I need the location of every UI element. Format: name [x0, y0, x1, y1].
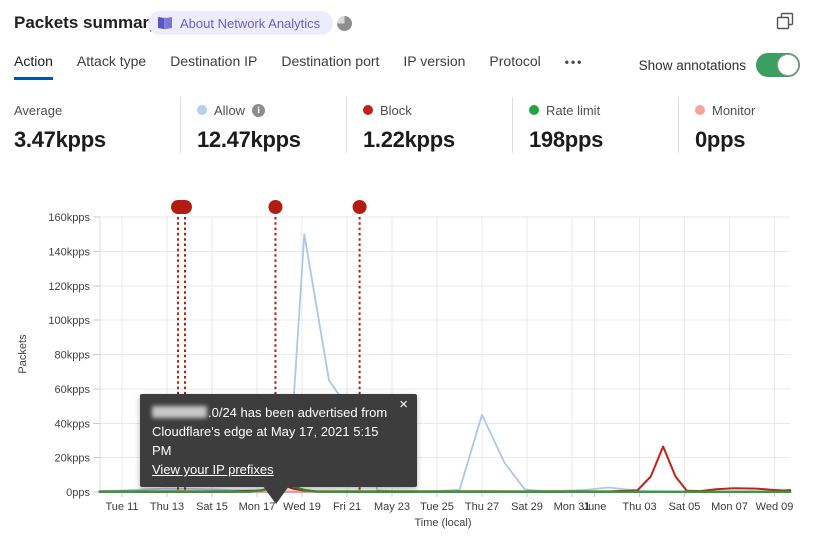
- x-tick-label: Tue 11: [105, 501, 138, 513]
- block-legend-dot: [363, 105, 373, 115]
- x-tick-label: Sat 05: [669, 501, 701, 513]
- stat-label: Average: [14, 102, 63, 118]
- about-network-analytics-badge[interactable]: About Network Analytics: [148, 11, 334, 35]
- x-tick-label: Thu 27: [465, 501, 499, 513]
- stat-label: Monitor: [712, 102, 756, 118]
- tab-ip-version[interactable]: IP version: [403, 53, 465, 80]
- y-tick-label: 80kpps: [55, 350, 91, 362]
- x-tick-label: Thu 03: [622, 501, 656, 513]
- stat-label: Block: [380, 102, 412, 118]
- toggle-knob: [777, 54, 799, 76]
- stat-value: 198pps: [529, 127, 604, 152]
- x-tick-label: Mon 07: [711, 501, 748, 513]
- show-annotations-toggle[interactable]: [756, 53, 800, 77]
- book-icon: [158, 17, 172, 30]
- tab-destination-port[interactable]: Destination port: [281, 53, 379, 80]
- y-tick-label: 100kpps: [48, 315, 90, 327]
- packets-chart: 0pps 20kpps 40kpps 60kpps 80kpps 100kpps 120kp…: [0, 190, 816, 545]
- duplicate-window-icon[interactable]: [776, 12, 794, 30]
- stat-value: 3.47kpps: [14, 127, 106, 152]
- y-tick-label: 120kpps: [48, 281, 90, 293]
- show-annotations-label: Show annotations: [638, 57, 746, 73]
- tooltip-close-icon[interactable]: ×: [399, 397, 408, 413]
- badge-label: About Network Analytics: [180, 15, 321, 31]
- pie-chart-icon[interactable]: [337, 16, 352, 31]
- redacted-ip-prefix: [152, 406, 207, 418]
- stat-average: Average 3.47kpps: [14, 97, 180, 153]
- monitor-legend-dot: [695, 105, 705, 115]
- stat-value: 0pps: [695, 127, 746, 152]
- annotation-marker[interactable]: [268, 200, 283, 214]
- stat-label: Allow: [214, 102, 246, 118]
- tab-destination-ip[interactable]: Destination IP: [170, 53, 257, 80]
- stat-value: 12.47kpps: [197, 127, 301, 152]
- x-tick-label: Fri 21: [333, 501, 361, 513]
- tooltip-caret: [263, 486, 289, 504]
- y-tick-label: 20kpps: [55, 453, 91, 465]
- annotation-marker[interactable]: [171, 200, 192, 214]
- tab-protocol[interactable]: Protocol: [489, 53, 540, 80]
- packets-summary-panel: Packets summary About Network Analytics …: [0, 0, 816, 545]
- y-tick-label: 140kpps: [48, 246, 90, 258]
- annotation-tooltip: × .0/24 has been advertised from Cloudfl…: [140, 394, 417, 504]
- dimension-tabs: Action Attack type Destination IP Destinati…: [14, 53, 583, 80]
- x-tick-label: Tue 25: [420, 501, 454, 513]
- stat-allow: Allow i 12.47kpps: [180, 97, 346, 153]
- stats-row: Average 3.47kpps Allow i 12.47kpps Block 1.22k…: [14, 97, 816, 153]
- y-tick-label: 60kpps: [55, 384, 91, 396]
- tab-attack-type[interactable]: Attack type: [77, 53, 146, 80]
- x-tick-label: June: [583, 501, 607, 513]
- show-annotations-control: Show annotations: [639, 53, 800, 77]
- y-tick-label: 0pps: [66, 487, 90, 499]
- tab-more[interactable]: •••: [565, 53, 584, 80]
- rate-limit-legend-dot: [529, 105, 539, 115]
- info-icon[interactable]: i: [252, 103, 266, 117]
- x-tick-label: Sat 15: [196, 501, 228, 513]
- tab-action[interactable]: Action: [14, 53, 53, 80]
- x-tick-label: Thu 13: [150, 501, 184, 513]
- stat-rate-limit: Rate limit 198pps: [512, 97, 678, 153]
- x-tick-label: May 23: [374, 501, 410, 513]
- x-tick-label: Sat 29: [511, 501, 543, 513]
- view-ip-prefixes-link[interactable]: View your IP prefixes: [152, 462, 274, 477]
- allow-legend-dot: [197, 105, 207, 115]
- annotation-marker[interactable]: [352, 200, 367, 214]
- page-title: Packets summary: [14, 13, 159, 32]
- stat-block: Block 1.22kpps: [346, 97, 512, 153]
- y-tick-label: 40kpps: [55, 418, 91, 430]
- stat-value: 1.22kpps: [363, 127, 455, 152]
- x-axis-title: Time (local): [414, 517, 471, 529]
- stat-monitor: Monitor 0pps: [678, 97, 816, 153]
- stat-label: Rate limit: [546, 102, 601, 118]
- y-tick-label: 160kpps: [48, 212, 90, 224]
- y-axis-title: Packets: [17, 334, 29, 374]
- x-tick-label: Wed 09: [756, 501, 794, 513]
